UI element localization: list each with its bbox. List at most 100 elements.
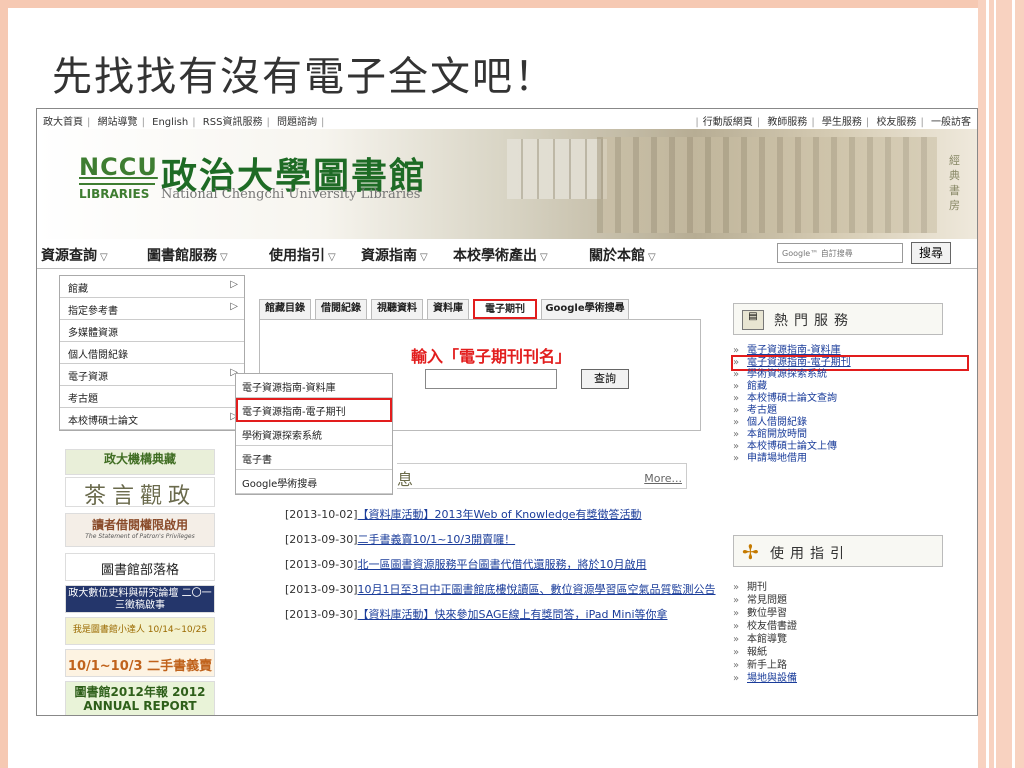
submenu-item-discovery[interactable]: 學術資源探索系統 bbox=[236, 422, 392, 446]
libraries-label: LIBRARIES bbox=[79, 187, 150, 201]
news-more-link[interactable]: More... bbox=[644, 472, 682, 485]
chevron-down-icon: ▽ bbox=[648, 252, 656, 263]
usage-guide-header: ✢ 使用指引 bbox=[733, 535, 943, 567]
news-link[interactable]: 二手書義賣10/1~10/3開賣囉！ bbox=[358, 533, 516, 546]
news-link[interactable]: 【資料庫活動】2013年Web of Knowledge有獎徵答活動 bbox=[358, 508, 642, 521]
top-links-left: 政大首頁 | 網站導覽 | English | RSS資訊服務 | 問題諮詢 | bbox=[43, 117, 325, 128]
submenu-item-google-scholar[interactable]: Google學術搜尋 bbox=[236, 470, 392, 494]
google-search-button[interactable]: 搜尋 bbox=[911, 242, 951, 264]
menu-item-multimedia[interactable]: 多媒體資源 bbox=[60, 320, 244, 342]
menu-item-past-exams[interactable]: 考古題 bbox=[60, 386, 244, 408]
guide-item-tour[interactable]: 本館導覽 bbox=[733, 633, 967, 646]
promo-book-sale[interactable]: 10/1~10/3 二手書義賣 bbox=[65, 649, 215, 677]
hot-item-opening-hours[interactable]: 本館開放時間 bbox=[733, 429, 967, 441]
instruction-callout: 輸入「電子期刊刊名」 bbox=[411, 347, 572, 366]
toplink-students[interactable]: 學生服務 bbox=[822, 117, 862, 128]
menu-item-loan-record[interactable]: 個人借閱紀錄 bbox=[60, 342, 244, 364]
submenu-item-ejournal-guide[interactable]: 電子資源指南-電子期刊 bbox=[236, 398, 392, 422]
guide-item-newcomers[interactable]: 新手上路 bbox=[733, 659, 967, 672]
slide-right-line bbox=[994, 0, 996, 768]
top-links-right: | 行動版網頁 | 教師服務 | 學生服務 | 校友服務 | 一般訪客 bbox=[695, 117, 971, 128]
nav-about[interactable]: 關於本館 ▽ bbox=[589, 245, 656, 265]
menu-item-eresources[interactable]: 電子資源▷ bbox=[60, 364, 244, 386]
banner-side-text: 經典書房 bbox=[949, 154, 960, 212]
guide-item-elearning[interactable]: 數位學習 bbox=[733, 607, 967, 620]
search-tabs: 館藏目錄 借閱紀錄 視聽資料 資料庫 電子期刊 Google學術搜尋 bbox=[259, 299, 701, 319]
signpost-icon: ✢ bbox=[742, 540, 759, 564]
guide-item-faq[interactable]: 常見問題 bbox=[733, 594, 967, 607]
promo-ir[interactable]: 政大機構典藏 bbox=[65, 449, 215, 475]
hot-item-collection[interactable]: 館藏 bbox=[733, 381, 967, 393]
slide-left-stripe bbox=[0, 0, 8, 768]
toplink-nccu-home[interactable]: 政大首頁 bbox=[43, 117, 83, 128]
resource-search-dropdown: 館藏▷ 指定參考書▷ 多媒體資源 個人借閱紀錄 電子資源▷ 考古題 本校博碩士論… bbox=[59, 275, 245, 431]
tab-catalog[interactable]: 館藏目錄 bbox=[259, 299, 311, 319]
hot-item-loan-record[interactable]: 個人借閱紀錄 bbox=[733, 417, 967, 429]
guide-item-alumni-card[interactable]: 校友借書證 bbox=[733, 620, 967, 633]
menu-item-reserve-books[interactable]: 指定參考書 ▷ bbox=[60, 298, 244, 320]
submenu-item-ebooks[interactable]: 電子書 bbox=[236, 446, 392, 470]
hot-item-ejournal-guide[interactable]: 電子資源指南-電子期刊 bbox=[731, 355, 969, 371]
hot-item-database-guide[interactable]: 電子資源指南-資料庫 bbox=[733, 345, 967, 357]
hot-services-header: ▤ 熱門服務 bbox=[733, 303, 943, 335]
news-link[interactable]: 北一區圖書資源服務平台圖書代借代還服務，將於10月啟用 bbox=[358, 558, 647, 571]
news-list: [2013-10-02]【資料庫活動】2013年Web of Knowledge… bbox=[285, 507, 717, 632]
hot-item-past-exams[interactable]: 考古題 bbox=[733, 405, 967, 417]
main-nav: 資源查詢 ▽ 圖書館服務 ▽ 使用指引 ▽ 資源指南 ▽ 本校學術產出 ▽ 關於本館 ▽ G… bbox=[37, 239, 977, 269]
hot-services-list: 電子資源指南-資料庫 電子資源指南-電子期刊 學術資源探索系統 館藏 本校博碩士… bbox=[731, 345, 969, 465]
nccu-logo-text[interactable]: NCCU bbox=[79, 153, 158, 181]
guide-item-periodicals[interactable]: 期刊 bbox=[733, 581, 967, 594]
nav-resource-guide[interactable]: 資源指南 ▽ bbox=[361, 245, 428, 265]
news-link[interactable]: 10月1日至3日中正圖書館底樓悅讀區、數位資源學習區空氣品質監測公告 bbox=[358, 583, 716, 596]
guide-item-facilities[interactable]: 場地與設備 bbox=[733, 672, 967, 685]
toplink-visitors[interactable]: 一般訪客 bbox=[931, 117, 971, 128]
google-search-input[interactable]: Google™ 自訂搜尋 bbox=[777, 243, 903, 263]
toplink-mobile[interactable]: 行動版網頁 bbox=[703, 117, 753, 128]
toplink-english[interactable]: English bbox=[152, 117, 188, 128]
slide-top-stripe bbox=[0, 0, 1024, 8]
banner-photo-glass bbox=[507, 139, 607, 199]
hot-item-venue-booking[interactable]: 申請場地借用 bbox=[733, 453, 967, 465]
hot-item-thesis-upload[interactable]: 本校博碩士論文上傳 bbox=[733, 441, 967, 453]
nav-academic-output[interactable]: 本校學術產出 ▽ bbox=[453, 245, 548, 265]
logo-underline bbox=[79, 183, 155, 185]
toplink-ask[interactable]: 問題諮詢 bbox=[277, 117, 317, 128]
tab-databases[interactable]: 資料庫 bbox=[427, 299, 469, 319]
menu-item-collection[interactable]: 館藏 ▷ bbox=[60, 276, 244, 298]
promo-blog[interactable]: 圖書館部落格 bbox=[65, 553, 215, 581]
promo-tea-talk[interactable]: 茶言觀政 bbox=[65, 477, 215, 509]
promo-library-expert[interactable]: 我是圖書館小達人 10/14~10/25 bbox=[65, 617, 215, 645]
guide-item-newspapers[interactable]: 報紙 bbox=[733, 646, 967, 659]
top-links-bar: 政大首頁 | 網站導覽 | English | RSS資訊服務 | 問題諮詢 | | 行動版… bbox=[37, 109, 977, 129]
slide-right-band bbox=[978, 0, 1024, 768]
nav-library-services[interactable]: 圖書館服務 ▽ bbox=[147, 245, 228, 265]
hot-services-heading: 熱門服務 bbox=[774, 313, 854, 329]
submenu-item-database-guide[interactable]: 電子資源指南-資料庫 bbox=[236, 374, 392, 398]
nav-usage-guide[interactable]: 使用指引 ▽ bbox=[269, 245, 336, 265]
tab-google-scholar[interactable]: Google學術搜尋 bbox=[541, 299, 629, 319]
hot-item-thesis-search[interactable]: 本校博碩士論文查詢 bbox=[733, 393, 967, 405]
menu-item-theses[interactable]: 本校博碩士論文▷ bbox=[60, 408, 244, 430]
eresources-submenu: 電子資源指南-資料庫 電子資源指南-電子期刊 學術資源探索系統 電子書 Goog… bbox=[235, 373, 393, 495]
toplink-faculty[interactable]: 教師服務 bbox=[767, 117, 807, 128]
toplink-rss[interactable]: RSS資訊服務 bbox=[203, 117, 263, 128]
toplink-sitemap[interactable]: 網站導覽 bbox=[98, 117, 138, 128]
promo-history-forum[interactable]: 政大數位史料與研究論壇 二〇一三徵稿啟事 bbox=[65, 585, 215, 613]
journal-title-input[interactable] bbox=[425, 369, 557, 389]
promo-annual-report[interactable]: 圖書館2012年報 2012 ANNUAL REPORT bbox=[65, 681, 215, 715]
nav-resource-search[interactable]: 資源查詢 ▽ bbox=[41, 245, 108, 265]
toplink-alumni[interactable]: 校友服務 bbox=[876, 117, 916, 128]
promo-patron-privileges[interactable]: 讀者借閱權限啟用 The Statement of Patron's Privil… bbox=[65, 513, 215, 547]
banner-photo-shelves bbox=[597, 137, 937, 233]
hot-item-discovery[interactable]: 學術資源探索系統 bbox=[733, 369, 967, 381]
chevron-down-icon: ▽ bbox=[420, 252, 428, 263]
tab-ejournals[interactable]: 電子期刊 bbox=[473, 299, 537, 319]
tab-av[interactable]: 視聽資料 bbox=[371, 299, 423, 319]
news-link[interactable]: 【資料庫活動】快來參加SAGE線上有獎問答，iPad Mini等你拿 bbox=[358, 608, 668, 621]
slide-title: 先找找有沒有電子全文吧！ bbox=[52, 54, 556, 100]
tab-loan-record[interactable]: 借閱紀錄 bbox=[315, 299, 367, 319]
library-homepage-screenshot: 政大首頁 | 網站導覽 | English | RSS資訊服務 | 問題諮詢 | | 行動版… bbox=[36, 108, 978, 716]
query-button[interactable]: 查詢 bbox=[581, 369, 629, 389]
slide-right-line bbox=[986, 0, 989, 768]
chevron-right-icon: ▷ bbox=[230, 301, 238, 312]
